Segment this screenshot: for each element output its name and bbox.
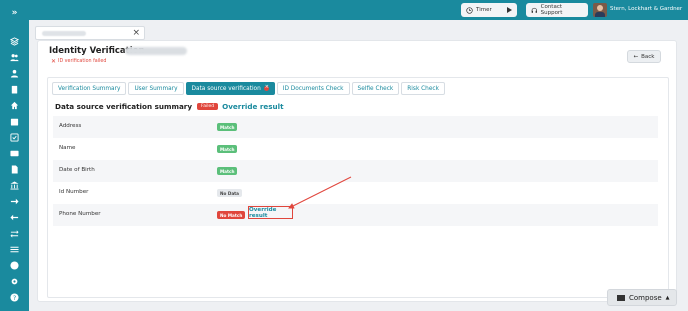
avatar[interactable]	[593, 3, 607, 17]
redacted-name	[125, 47, 187, 55]
table-row: Date of Birth Match	[53, 160, 658, 182]
timer-label: Timer	[476, 7, 492, 13]
status-badge: Match	[217, 167, 238, 175]
credit-card-icon[interactable]	[9, 148, 20, 159]
redacted-tab-title	[42, 31, 86, 36]
back-label: Back	[641, 53, 655, 60]
sidebar: » ?	[0, 0, 29, 311]
back-button[interactable]: ← Back	[627, 50, 661, 63]
compose-button[interactable]: Compose ▲	[607, 289, 677, 306]
caret-up-icon: ▲	[665, 294, 670, 301]
tab-label: Verification Summary	[58, 85, 121, 92]
verification-status-text: ID verification failed	[58, 59, 107, 64]
tab-label: Risk Check	[407, 85, 439, 92]
headset-icon	[531, 7, 537, 13]
compose-label: Compose	[629, 293, 662, 302]
verification-tabs: Verification Summary User Summary Data s…	[52, 82, 447, 95]
tab-label: ID Documents Check	[282, 85, 344, 92]
tab-id-documents-check[interactable]: ID Documents Check	[276, 82, 350, 95]
row-label: Date of Birth	[59, 167, 95, 173]
verification-panel: Verification Summary User Summary Data s…	[47, 77, 669, 298]
row-label: Phone Number	[59, 211, 101, 217]
row-label: Address	[59, 123, 82, 129]
layers-icon[interactable]	[9, 36, 20, 47]
play-icon	[507, 7, 512, 13]
clock-icon	[466, 6, 473, 14]
sliders-icon[interactable]	[9, 244, 20, 255]
status-badge: No Data	[217, 189, 242, 197]
arrow-left-icon: ←	[633, 53, 639, 60]
profile-icon[interactable]	[9, 260, 20, 271]
svg-text:?: ?	[13, 295, 16, 302]
tab-risk-check[interactable]: Risk Check	[401, 82, 445, 95]
table-row: Id Number No Data	[53, 182, 658, 204]
status-badge: No Match	[217, 211, 246, 219]
summary-header: Data source verification summary Failed …	[55, 102, 284, 111]
company-name[interactable]: Stern, Lockhart & Gardner	[610, 6, 682, 12]
close-tab-icon[interactable]: ×	[132, 28, 140, 38]
status-badge: Match	[217, 145, 238, 153]
bank-icon[interactable]	[9, 180, 20, 191]
envelope-icon	[617, 294, 625, 301]
row-label: Id Number	[59, 189, 89, 195]
arrow-left-icon[interactable]	[9, 212, 20, 223]
tab-label: Data source verification	[191, 85, 261, 92]
transfer-icon[interactable]	[9, 228, 20, 239]
checklist-icon[interactable]	[9, 132, 20, 143]
x-icon: ✕	[51, 58, 57, 65]
gear-icon[interactable]	[9, 276, 20, 287]
tab-user-summary[interactable]: User Summary	[128, 82, 184, 95]
status-badge: Match	[217, 123, 238, 131]
verification-status: ✕ ID verification failed	[51, 58, 106, 65]
override-result-link[interactable]: Override result	[248, 206, 293, 219]
users-icon[interactable]	[9, 52, 20, 63]
top-bar: Timer Contact Support Stern, Lockhart & …	[29, 0, 688, 20]
timer-button[interactable]: Timer	[461, 3, 517, 17]
tab-label: User Summary	[134, 85, 178, 92]
expand-sidebar-icon[interactable]: »	[0, 8, 29, 18]
arrow-right-icon[interactable]	[9, 196, 20, 207]
tab-data-source-verification[interactable]: Data source verification	[185, 82, 275, 95]
home-icon[interactable]	[9, 100, 20, 111]
tab-selfie-check[interactable]: Selfie Check	[351, 82, 400, 95]
document-icon[interactable]	[9, 164, 20, 175]
row-label: Name	[59, 145, 76, 151]
calendar-icon[interactable]	[9, 116, 20, 127]
contact-support-label: Contact Support	[540, 4, 563, 16]
fail-dot-icon	[263, 84, 269, 91]
help-icon[interactable]: ?	[9, 292, 20, 303]
summary-title: Data source verification summary	[55, 102, 193, 111]
clipboard-icon[interactable]	[9, 84, 20, 95]
failed-badge: Failed	[197, 103, 219, 110]
table-row: Name Match	[53, 138, 658, 160]
verification-rows: Address Match Name Match Date of Birth M…	[53, 116, 658, 226]
user-icon[interactable]	[9, 68, 20, 79]
open-record-tab[interactable]: ×	[35, 26, 145, 40]
identity-verification-card: Identity Verification - ✕ ID verificatio…	[37, 40, 677, 302]
contact-support-button[interactable]: Contact Support	[526, 3, 588, 17]
table-row: Phone Number No Match Override result	[53, 204, 658, 226]
tab-label: Selfie Check	[357, 85, 394, 92]
tab-verification-summary[interactable]: Verification Summary	[52, 82, 127, 95]
override-result-header-link[interactable]: Override result	[222, 102, 283, 111]
table-row: Address Match	[53, 116, 658, 138]
